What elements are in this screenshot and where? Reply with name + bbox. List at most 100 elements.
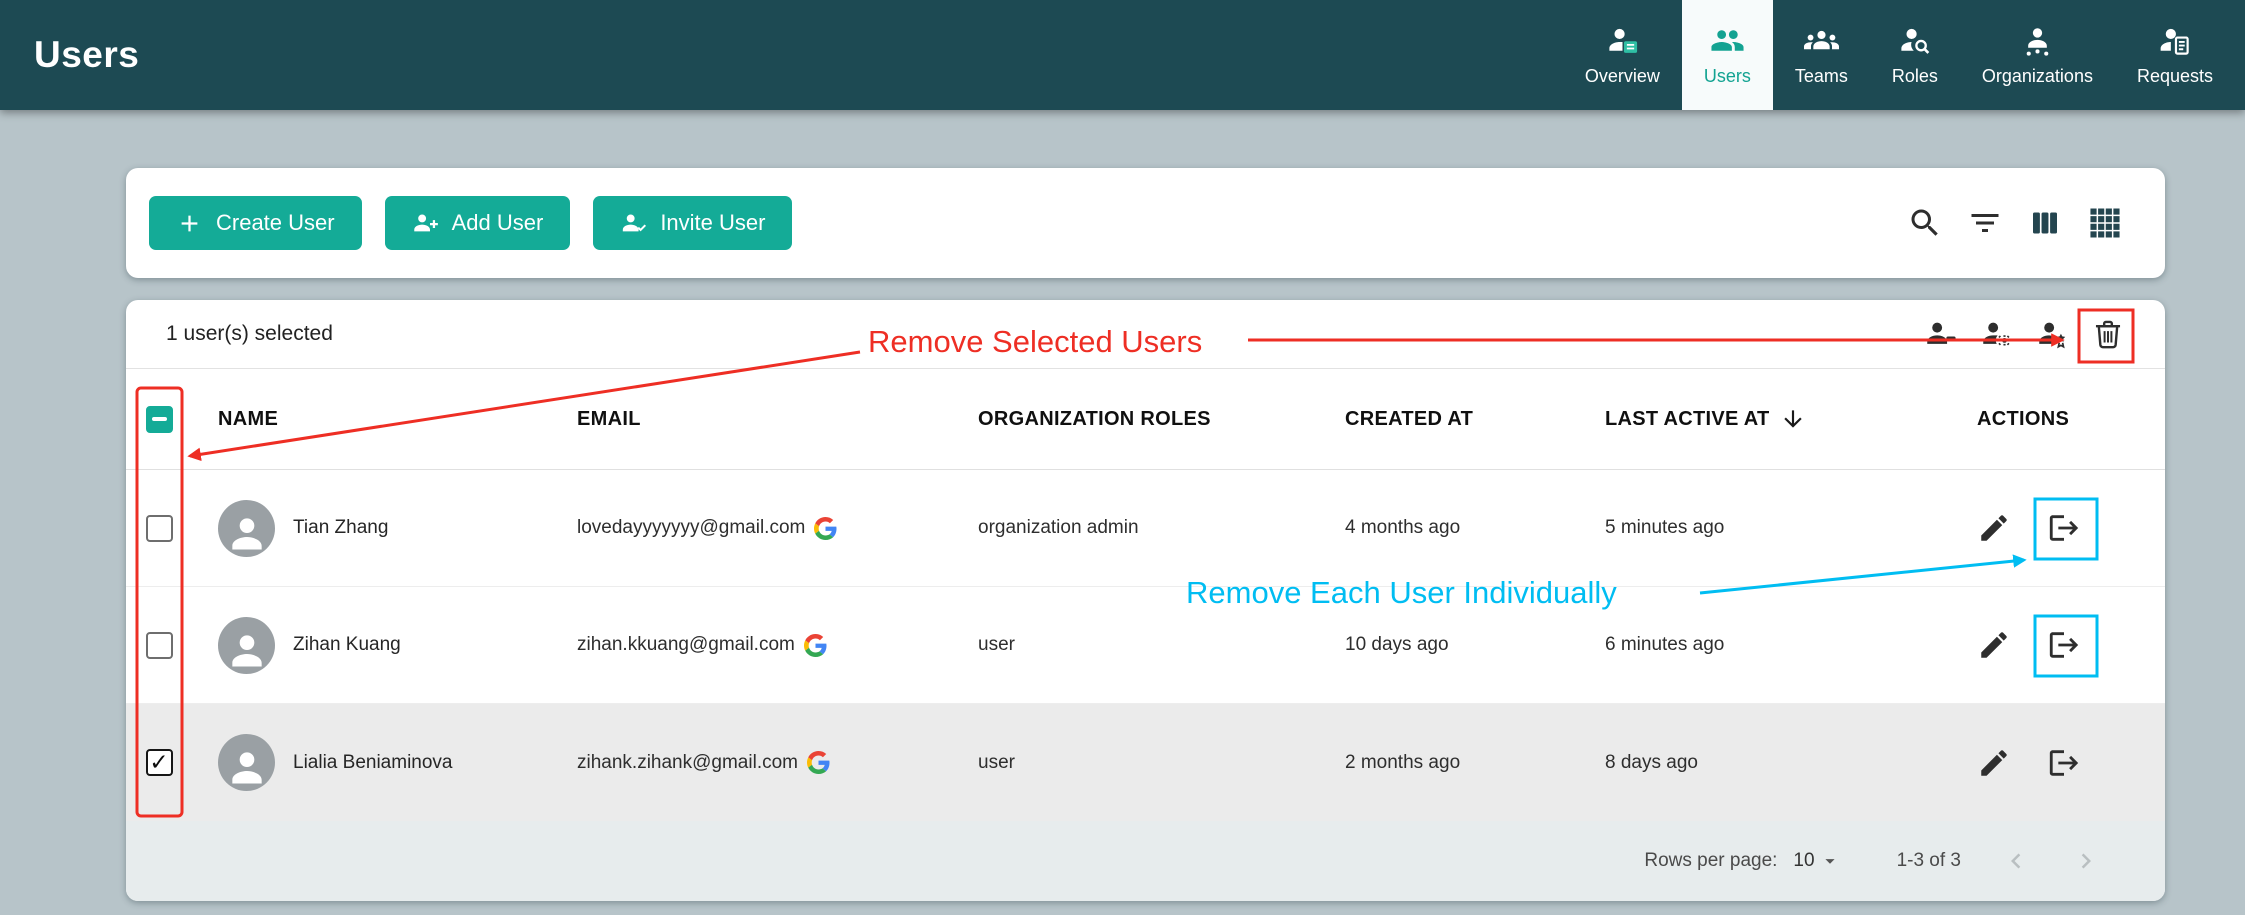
rows-per-page-value: 10 [1793, 850, 1814, 872]
nav-tab-organizations[interactable]: Organizations [1960, 0, 2115, 110]
avatar [218, 734, 275, 791]
nav-tab-label: Roles [1892, 66, 1938, 87]
delete-selected-users-button[interactable] [2091, 317, 2125, 351]
create-user-button[interactable]: Create User [149, 196, 362, 250]
chevron-left-icon [2001, 846, 2031, 876]
users-table-card: 1 user(s) selected NAME EMAIL ORGANIZATI… [126, 300, 2165, 901]
search-icon [1907, 205, 1943, 241]
caret-down-icon [1819, 850, 1841, 872]
edit-user-button[interactable] [1977, 746, 2011, 780]
users-admin-page: Users Overview Users Teams Roles Organiz… [0, 0, 2245, 915]
user-created-at: 4 months ago [1345, 517, 1605, 539]
person-badge-icon [1605, 23, 1640, 58]
user-email: lovedayyyyyyy@gmail.com [577, 517, 805, 539]
nav-tab-teams[interactable]: Teams [1773, 0, 1870, 110]
person-search-icon [1897, 23, 1932, 58]
previous-page-button[interactable] [2001, 846, 2031, 876]
filter-button[interactable] [1967, 205, 2003, 241]
team-icon [1804, 23, 1839, 58]
edit-user-button[interactable] [1977, 628, 2011, 662]
remove-user-role-button[interactable] [1923, 317, 1957, 351]
nav-tab-label: Requests [2137, 66, 2213, 87]
top-bar: Users Overview Users Teams Roles Organiz… [0, 0, 2245, 110]
nav-tab-label: Users [1704, 66, 1751, 87]
invite-user-label: Invite User [660, 210, 765, 236]
user-last-active-at: 5 minutes ago [1605, 517, 1965, 539]
column-header-actions: ACTIONS [1965, 408, 2165, 431]
person-minus-icon [1923, 317, 1957, 351]
pencil-icon [1977, 746, 2011, 780]
chevron-right-icon [2071, 846, 2101, 876]
nav-tab-label: Organizations [1982, 66, 2093, 87]
table-header-row: NAME EMAIL ORGANIZATION ROLES CREATED AT… [126, 369, 2165, 470]
person-icon [225, 745, 269, 789]
check-mark-icon: ✓ [149, 751, 168, 774]
person-check-icon [620, 210, 647, 237]
view-columns-button[interactable] [2027, 205, 2063, 241]
search-button[interactable] [1907, 205, 1943, 241]
view-columns-icon [2027, 205, 2063, 241]
select-all-checkbox[interactable] [146, 406, 173, 433]
selection-actions [1923, 317, 2125, 351]
user-award-button[interactable] [2035, 317, 2069, 351]
selection-bar: 1 user(s) selected [126, 300, 2165, 369]
avatar [218, 500, 275, 557]
user-created-at: 10 days ago [1345, 634, 1605, 656]
toolbar-card: Create User Add User Invite User [126, 168, 2165, 278]
google-icon [807, 751, 830, 774]
user-org-roles: user [978, 752, 1345, 774]
user-name: Tian Zhang [293, 517, 388, 539]
column-header-created-at[interactable]: CREATED AT [1345, 408, 1605, 431]
person-icon [225, 511, 269, 555]
person-icon [225, 628, 269, 672]
user-email: zihan.kkuang@gmail.com [577, 634, 795, 656]
add-user-button[interactable]: Add User [385, 196, 571, 250]
nav-tab-roles[interactable]: Roles [1870, 0, 1960, 110]
row-checkbox[interactable]: ✓ [146, 749, 173, 776]
user-settings-button[interactable] [1979, 317, 2013, 351]
person-document-icon [2157, 23, 2192, 58]
remove-user-button[interactable] [2047, 628, 2081, 662]
column-header-org-roles[interactable]: ORGANIZATION ROLES [978, 408, 1345, 431]
nav-tab-overview[interactable]: Overview [1563, 0, 1682, 110]
edit-user-button[interactable] [1977, 511, 2011, 545]
remove-user-button[interactable] [2047, 511, 2081, 545]
pencil-icon [1977, 511, 2011, 545]
user-created-at: 2 months ago [1345, 752, 1605, 774]
sign-out-icon [2047, 511, 2081, 545]
page-range-text: 1-3 of 3 [1897, 850, 1961, 872]
google-icon [804, 634, 827, 657]
person-award-icon [2035, 317, 2069, 351]
table-row-3: ✓ Lialia Beniaminova zihank.zihank@gmail… [126, 704, 2165, 821]
user-name: Lialia Beniaminova [293, 752, 453, 774]
grid-view-icon [2087, 205, 2123, 241]
primary-nav: Overview Users Teams Roles Organizations… [1563, 0, 2245, 110]
column-header-last-active-at[interactable]: LAST ACTIVE AT [1605, 406, 1965, 432]
table-row-2: Zihan Kuang zihan.kkuang@gmail.com user … [126, 587, 2165, 704]
remove-user-button[interactable] [2047, 746, 2081, 780]
grid-view-button[interactable] [2087, 205, 2123, 241]
invite-user-button[interactable]: Invite User [593, 196, 792, 250]
sign-out-icon [2047, 628, 2081, 662]
add-user-label: Add User [452, 210, 544, 236]
column-header-label: LAST ACTIVE AT [1605, 408, 1770, 431]
plus-icon [176, 210, 203, 237]
toolbar-right-icons [1907, 205, 2123, 241]
nav-tab-requests[interactable]: Requests [2115, 0, 2235, 110]
selection-count-text: 1 user(s) selected [166, 322, 333, 346]
nav-tab-label: Overview [1585, 66, 1660, 87]
filter-icon [1967, 205, 2003, 241]
user-org-roles: organization admin [978, 517, 1345, 539]
user-org-roles: user [978, 634, 1345, 656]
nav-tab-users[interactable]: Users [1682, 0, 1773, 110]
sort-descending-icon [1780, 406, 1806, 432]
next-page-button[interactable] [2071, 846, 2101, 876]
column-header-email[interactable]: EMAIL [577, 408, 978, 431]
rows-per-page-select[interactable]: 10 [1793, 850, 1840, 872]
org-hierarchy-icon [2020, 23, 2055, 58]
column-header-name[interactable]: NAME [192, 408, 577, 431]
create-user-label: Create User [216, 210, 335, 236]
row-checkbox[interactable] [146, 632, 173, 659]
rows-per-page-label: Rows per page: [1644, 850, 1777, 872]
row-checkbox[interactable] [146, 515, 173, 542]
